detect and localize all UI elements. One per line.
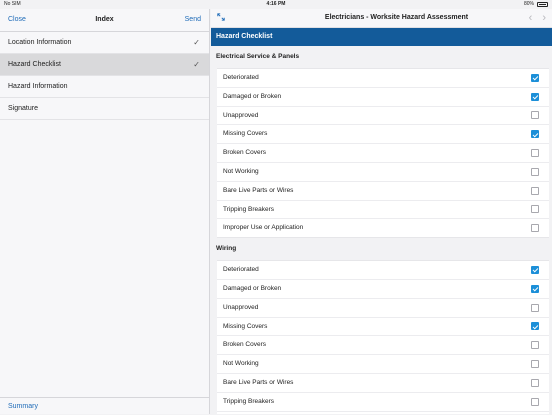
checklist-groups: Electrical Service & Panels Deteriorated D… (211, 46, 552, 414)
checklist-row-label: Missing Covers (223, 322, 268, 330)
checklist-row-label: Deteriorated (223, 74, 259, 81)
index-menu: Location Information ✓ Hazard Checklist ✓ Ha… (0, 32, 209, 120)
previous-page-icon[interactable]: ‹ (529, 9, 533, 27)
checkbox[interactable] (531, 266, 539, 275)
checklist-row[interactable]: Unapproved (217, 299, 549, 318)
checklist-row[interactable]: Damaged or Broken (217, 88, 549, 107)
checkbox[interactable] (531, 73, 539, 82)
checklist-row-label: Damaged or Broken (223, 284, 282, 292)
checklist-row-label: Damaged or Broken (223, 92, 282, 100)
checklist-row-label: Bare Live Parts or Wires (223, 186, 294, 194)
checklist-row[interactable]: Broken Covers (217, 336, 549, 356)
checkbox[interactable] (531, 130, 539, 139)
index-item-label: Hazard Checklist (8, 61, 61, 68)
page-navigation: ‹ › (529, 9, 546, 27)
index-pane: Close Index Send Location Information ✓ Ha… (0, 9, 210, 414)
index-item[interactable]: Signature (0, 98, 209, 120)
checklist-row-label: Deteriorated (223, 266, 259, 274)
checklist-group: Deteriorated Damaged or Broken Unapproved M… (217, 260, 549, 414)
checklist-nav-bar: Electricians - Worksite Hazard Assessmen… (211, 9, 552, 28)
battery-percent: 80% (523, 1, 534, 7)
checklist-row-label: Not Working (223, 360, 259, 368)
checkbox[interactable] (531, 167, 539, 176)
checkbox[interactable] (531, 186, 539, 195)
index-item-label: Location Information (8, 39, 72, 46)
checklist-row-label: Bare Live Parts or Wires (223, 378, 294, 386)
index-item[interactable]: Hazard Checklist ✓ (0, 54, 209, 76)
next-page-icon[interactable]: › (542, 9, 546, 27)
checkbox[interactable] (531, 341, 539, 350)
checkmark-icon: ✓ (193, 38, 200, 47)
checklist-row-label: Unapproved (223, 111, 259, 119)
checkbox[interactable] (531, 397, 539, 406)
checklist-row-label: Broken Covers (223, 341, 266, 349)
checkbox[interactable] (531, 284, 539, 293)
checklist-row[interactable]: Bare Live Parts or Wires (217, 182, 549, 201)
checkbox[interactable] (531, 149, 539, 158)
checklist-row[interactable]: Tripping Breakers (217, 393, 549, 412)
checklist-row[interactable]: Deteriorated (217, 69, 549, 88)
checklist-pane: Electricians - Worksite Hazard Assessmen… (211, 9, 552, 414)
checkmark-icon: ✓ (193, 60, 200, 69)
checklist-row[interactable]: Not Working (217, 163, 549, 182)
section-header: Hazard Checklist (211, 28, 552, 46)
send-button[interactable]: Send (185, 9, 201, 31)
index-item-label: Hazard Information (8, 83, 68, 90)
checkbox[interactable] (531, 92, 539, 101)
checklist-row-label: Tripping Breakers (223, 205, 275, 213)
status-bar: No SIM 4:16 PM 80% (0, 0, 552, 9)
checklist-row-label: Tripping Breakers (223, 397, 275, 405)
form-title: Electricians - Worksite Hazard Assessmen… (324, 14, 469, 21)
checklist-row-label: Improper Use or Application (223, 224, 304, 232)
checklist-row[interactable]: Missing Covers (217, 125, 549, 145)
checklist-row-label: Not Working (223, 167, 259, 175)
index-item[interactable]: Location Information ✓ (0, 32, 209, 54)
checklist-row[interactable]: Not Working (217, 355, 549, 374)
checklist-group: Deteriorated Damaged or Broken Unapproved M… (217, 68, 549, 239)
checklist-row[interactable]: Unapproved (217, 107, 549, 126)
checkbox[interactable] (531, 378, 539, 387)
checkbox[interactable] (531, 224, 539, 233)
group-title: Wiring (216, 245, 237, 253)
checkbox[interactable] (531, 322, 539, 331)
checkbox[interactable] (531, 111, 539, 120)
checklist-row[interactable]: Damaged or Broken (217, 280, 549, 299)
index-nav-bar: Close Index Send (0, 9, 209, 32)
checklist-row[interactable]: Improper Use or Application (217, 219, 549, 237)
checklist-row-label: Unapproved (223, 303, 259, 311)
checkbox[interactable] (531, 360, 539, 369)
checkbox[interactable] (531, 205, 539, 214)
status-right: 80% (524, 0, 548, 9)
checklist-row-label: Broken Covers (223, 149, 266, 157)
index-title: Index (95, 16, 114, 23)
index-item-label: Signature (8, 105, 38, 112)
checklist-row-label: Missing Covers (223, 130, 268, 138)
checklist-row[interactable]: Missing Covers (217, 318, 549, 337)
index-item[interactable]: Hazard Information (0, 76, 209, 98)
clock-label: 4:16 PM (266, 1, 286, 7)
group-title: Electrical Service & Panels (216, 53, 300, 60)
summary-button[interactable]: Summary (0, 397, 209, 414)
checklist-row[interactable]: Tripping Breakers (217, 201, 549, 220)
checkbox[interactable] (531, 303, 539, 312)
checklist-row[interactable]: Deteriorated (217, 261, 549, 280)
checklist-row[interactable]: Bare Live Parts or Wires (217, 374, 549, 393)
checklist-row[interactable]: Broken Covers (217, 144, 549, 163)
battery-icon (537, 2, 548, 7)
